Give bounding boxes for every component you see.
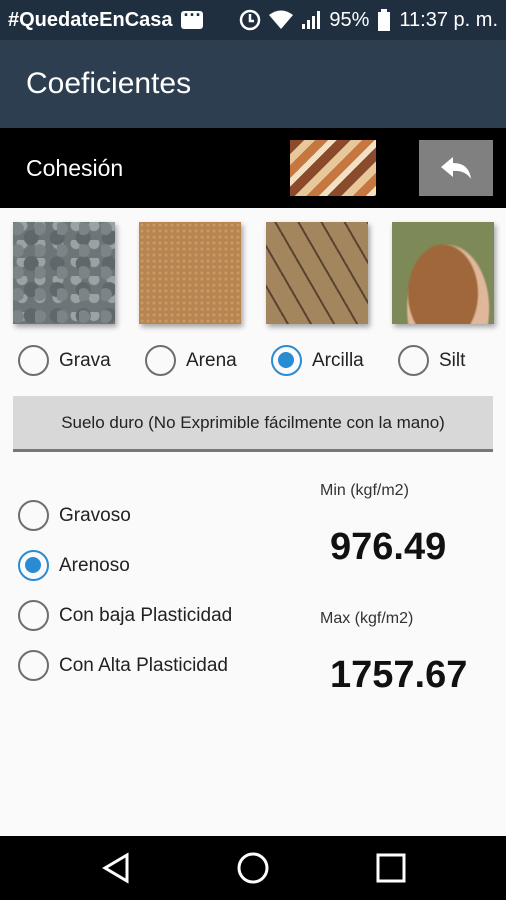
radio-circle[interactable] <box>18 345 49 376</box>
radio-circle[interactable] <box>18 650 49 681</box>
radio-silt[interactable]: Silt <box>398 345 465 376</box>
message-icon <box>180 5 203 29</box>
radio-gravoso[interactable]: Gravoso <box>18 500 131 531</box>
status-right: 95% 11:37 p. m. <box>239 9 498 32</box>
radio-arenoso[interactable]: Arenoso <box>18 550 130 581</box>
radio-arena[interactable]: Arena <box>145 345 237 376</box>
section-title: Cohesión <box>26 154 124 181</box>
radio-circle[interactable] <box>145 345 176 376</box>
max-value: 1757.67 <box>330 654 468 696</box>
radio-label: Arenoso <box>59 554 130 576</box>
nav-back-button[interactable] <box>96 850 136 886</box>
radio-circle[interactable] <box>18 500 49 531</box>
radio-label: Con Alta Plasticidad <box>59 654 228 676</box>
nav-recents-button[interactable] <box>371 850 411 886</box>
nav-home-icon <box>237 852 269 884</box>
radio-circle[interactable] <box>398 345 429 376</box>
radio-label: Arena <box>186 349 237 371</box>
status-time: 11:37 p. m. <box>399 8 498 31</box>
back-button[interactable] <box>419 140 493 196</box>
arena-image[interactable] <box>139 222 241 324</box>
radio-circle[interactable] <box>18 600 49 631</box>
radio-grava[interactable]: Grava <box>18 345 111 376</box>
radio-arcilla[interactable]: Arcilla <box>271 345 364 376</box>
radio-circle[interactable] <box>18 550 49 581</box>
radio-alta-plasticidad[interactable]: Con Alta Plasticidad <box>18 650 228 681</box>
silt-image[interactable] <box>392 222 494 324</box>
status-hashtag: #QuedateEnCasa <box>8 8 173 31</box>
radio-circle[interactable] <box>271 345 302 376</box>
description-button[interactable]: Suelo duro (No Exprimible fácilmente con… <box>13 396 493 452</box>
sync-icon <box>240 9 261 31</box>
back-arrow-icon <box>441 157 471 179</box>
nav-home-button[interactable] <box>233 850 273 886</box>
battery-icon <box>378 9 391 31</box>
radio-label: Silt <box>439 349 466 371</box>
grava-image[interactable] <box>13 222 115 324</box>
battery-percent: 95% <box>329 8 370 31</box>
navigation-bar <box>0 836 506 900</box>
radio-label: Con baja Plasticidad <box>59 604 233 626</box>
app-title: Coeficientes <box>26 67 192 100</box>
radio-baja-plasticidad[interactable]: Con baja Plasticidad <box>18 600 232 631</box>
min-label: Min (kgf/m2) <box>320 482 409 499</box>
arcilla-image[interactable] <box>266 222 368 324</box>
section-header: Cohesión <box>0 128 506 208</box>
radio-label: Arcilla <box>312 349 364 371</box>
nav-recents-icon <box>376 853 406 883</box>
nav-back-icon <box>102 852 129 884</box>
status-bar: #QuedateEnCasa 95% 11:37 p. m. <box>0 0 506 40</box>
max-label: Max (kgf/m2) <box>320 610 414 627</box>
signal-icon <box>302 11 321 29</box>
radio-label: Grava <box>59 349 111 371</box>
wifi-icon <box>269 10 294 29</box>
soil-layers-image <box>290 140 376 196</box>
radio-label: Gravoso <box>59 504 131 526</box>
min-value: 976.49 <box>330 526 447 568</box>
app-bar: Coeficientes <box>0 40 506 128</box>
